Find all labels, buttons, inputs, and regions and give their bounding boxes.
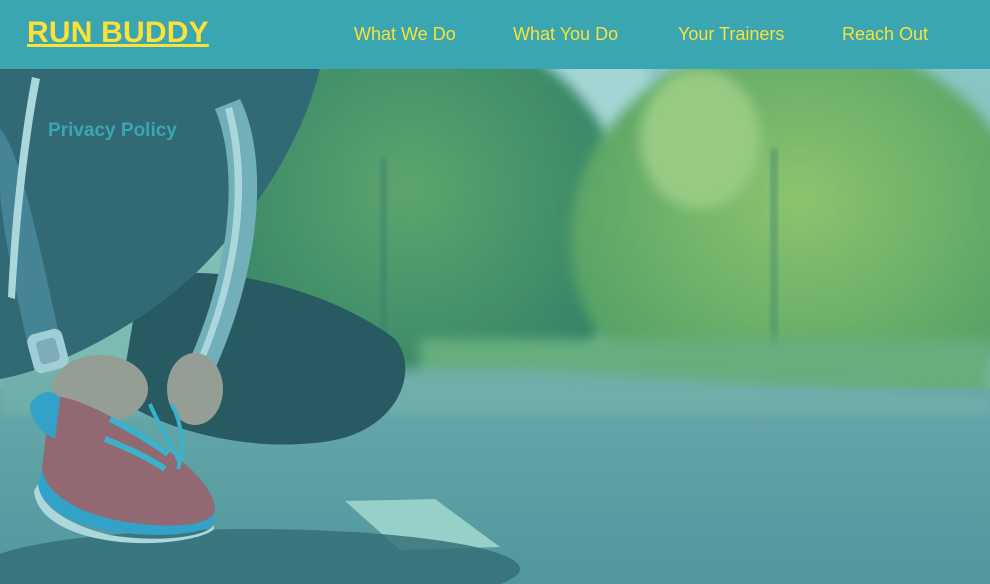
logo-link[interactable]: RUN BUDDY — [27, 16, 209, 50]
hero-banner — [0, 69, 990, 584]
nav-link-reach-out[interactable]: Reach Out — [842, 24, 928, 45]
nav-link-what-you-do[interactable]: What You Do — [513, 24, 618, 45]
nav-link-what-we-do[interactable]: What We Do — [354, 24, 456, 45]
site-header: RUN BUDDY What We Do What You Do Your Tr… — [0, 0, 990, 69]
nav-link-your-trainers[interactable]: Your Trainers — [678, 24, 784, 45]
hero-tint-overlay — [0, 69, 990, 584]
privacy-policy-link[interactable]: Privacy Policy — [48, 120, 177, 142]
